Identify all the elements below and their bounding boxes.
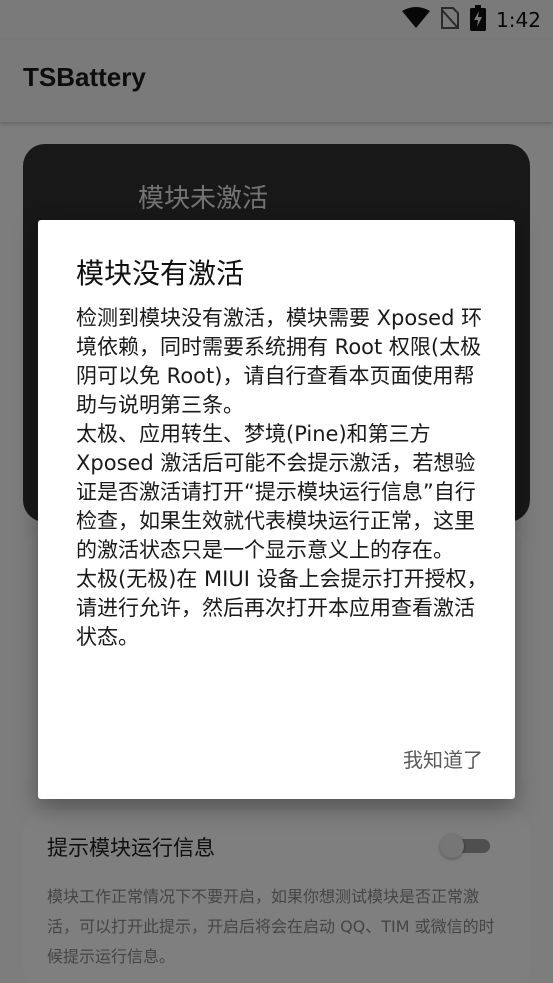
- dialog-paragraph: 太极、应用转生、梦境(Pine)和第三方 Xposed 激活后可能不会提示激活，…: [76, 422, 476, 562]
- module-not-active-dialog: 模块没有激活 检测到模块没有激活，模块需要 Xposed 环境依赖，同时需要系统…: [38, 220, 515, 799]
- dialog-message: 检测到模块没有激活，模块需要 Xposed 环境依赖，同时需要系统拥有 Root…: [76, 304, 488, 652]
- dialog-title: 模块没有激活: [76, 257, 245, 290]
- got-it-button[interactable]: 我知道了: [401, 740, 485, 777]
- dialog-paragraph: 检测到模块没有激活，模块需要 Xposed 环境依赖，同时需要系统拥有 Root…: [76, 306, 483, 417]
- dialog-paragraph: 太极(无极)在 MIUI 设备上会提示打开授权，请进行允许，然后再次打开本应用查…: [76, 567, 488, 649]
